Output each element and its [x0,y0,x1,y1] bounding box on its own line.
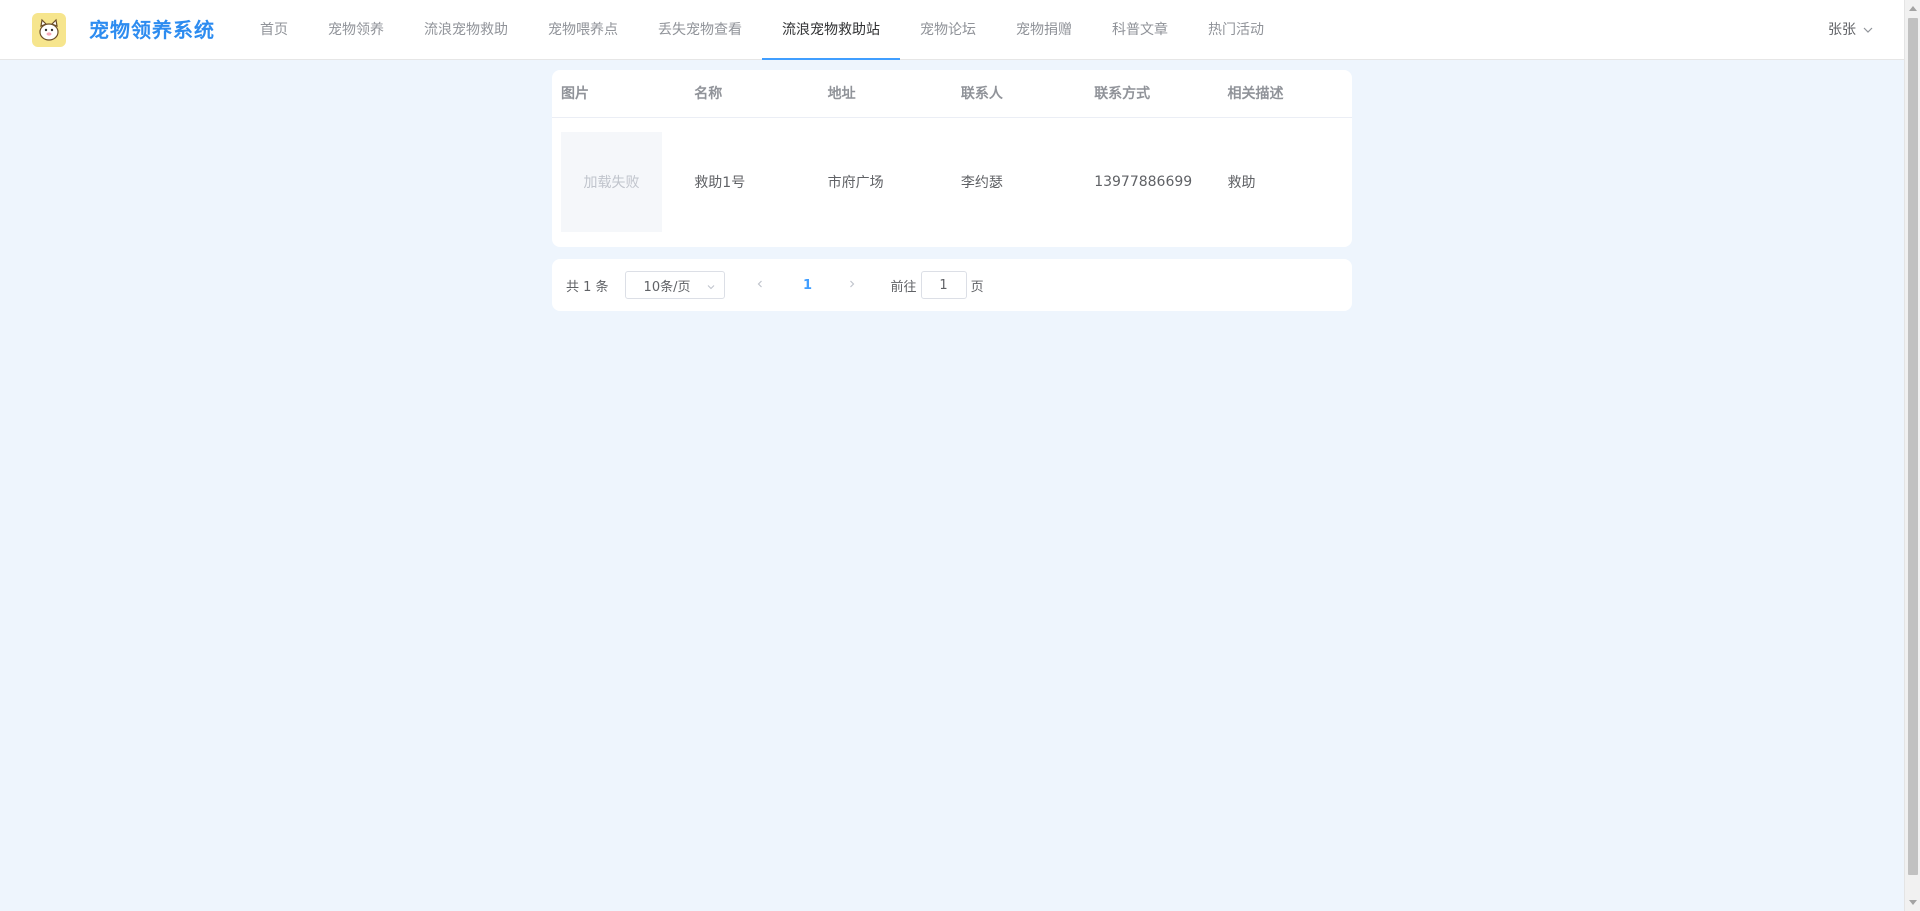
nav-item-events[interactable]: 热门活动 [1188,0,1284,60]
user-menu[interactable]: 张张 [1828,0,1874,60]
scroll-up-arrow-icon[interactable] [1905,0,1920,16]
vertical-scrollbar[interactable] [1904,0,1920,911]
cell-phone: 13977886699 [1094,174,1193,190]
nav-item-donation[interactable]: 宠物捐赠 [996,0,1092,60]
column-header-phone: 联系方式 [1094,86,1151,102]
pagination: 共 1 条 10条/页 1 前往 页 [552,259,1352,311]
column-header-description: 相关描述 [1227,86,1284,102]
scrollbar-thumb[interactable] [1908,18,1918,875]
goto-label: 前往 [890,279,917,295]
chevron-left-icon [755,278,765,293]
column-header-image: 图片 [561,86,589,102]
logo-icon[interactable] [32,13,66,47]
prev-page-button[interactable] [745,271,775,299]
brand-title[interactable]: 宠物领养系统 [89,16,215,44]
page-size-select[interactable]: 10条/页 [624,271,725,299]
table-header: 图片 名称 地址 联系人 联系方式 相关描述 [552,70,1352,118]
page-suffix: 页 [970,279,984,295]
main-nav: 首页 宠物领养 流浪宠物救助 宠物喂养点 丢失宠物查看 流浪宠物救助站 宠物论坛… [240,0,1284,60]
cell-name: 救助1号 [694,175,746,191]
rescue-station-table: 图片 名称 地址 联系人 联系方式 相关描述 加载失败 救助1号 市府广场 李约… [552,70,1352,247]
column-header-name: 名称 [694,86,723,102]
nav-item-rescue-stations[interactable]: 流浪宠物救助站 [762,0,900,60]
nav-item-home[interactable]: 首页 [240,0,308,60]
goto-page: 前往 页 [891,271,984,299]
chevron-down-icon [1862,24,1874,36]
top-navbar: 宠物领养系统 首页 宠物领养 流浪宠物救助 宠物喂养点 丢失宠物查看 流浪宠物救… [0,0,1904,60]
next-page-button[interactable] [837,271,867,299]
page-number-current[interactable]: 1 [793,278,823,293]
total-count: 共 1 条 [566,279,609,295]
column-header-contact: 联系人 [960,86,1003,102]
image-load-failed: 加载失败 [561,132,662,232]
nav-item-feeding-points[interactable]: 宠物喂养点 [528,0,638,60]
goto-page-input[interactable] [920,271,967,299]
cell-contact: 李约瑟 [960,175,1003,191]
nav-item-lost-pets[interactable]: 丢失宠物查看 [638,0,762,60]
chevron-down-icon [706,281,716,296]
column-header-address: 地址 [827,86,856,102]
chevron-right-icon [847,278,857,293]
cell-description: 救助 [1227,175,1256,191]
page-size-value: 10条/页 [643,279,691,295]
cell-image: 加载失败 [552,132,685,232]
scroll-down-arrow-icon[interactable] [1905,895,1920,911]
table-row[interactable]: 加载失败 救助1号 市府广场 李约瑟 13977886699 救助 [552,118,1352,246]
nav-item-forum[interactable]: 宠物论坛 [900,0,996,60]
nav-item-pet-adoption[interactable]: 宠物领养 [308,0,404,60]
username: 张张 [1828,22,1856,38]
cell-address: 市府广场 [827,175,884,191]
nav-item-stray-rescue[interactable]: 流浪宠物救助 [404,0,528,60]
nav-item-articles[interactable]: 科普文章 [1092,0,1188,60]
